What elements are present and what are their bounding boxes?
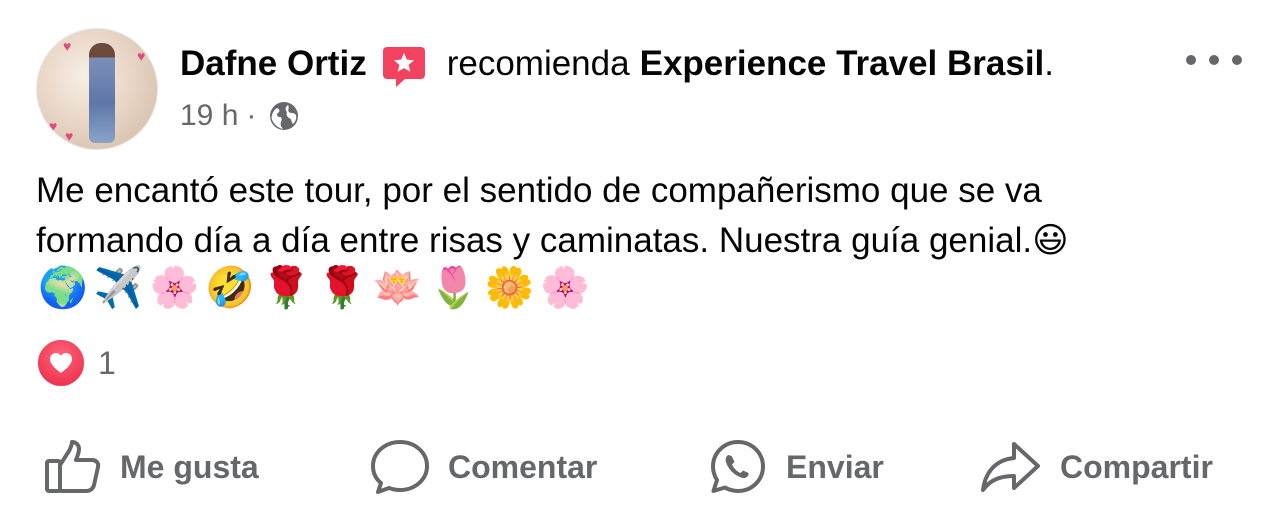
post-text-line-1: Me encantó este tour, por el sentido de … — [36, 171, 1042, 210]
like-button[interactable]: Me gusta — [44, 430, 259, 504]
globe-icon[interactable] — [268, 100, 300, 132]
share-button-label: Compartir — [1060, 448, 1213, 485]
page-name-period: . — [1044, 44, 1055, 83]
author-name[interactable]: Dafne Ortiz — [180, 44, 367, 84]
comment-button-label: Comentar — [448, 448, 598, 485]
comment-button[interactable]: Comentar — [370, 430, 597, 504]
avatar-heart-decoration-icon: ♥ — [49, 118, 58, 134]
thumbs-up-icon — [45, 440, 101, 493]
post-timestamp[interactable]: 19 h — [180, 99, 238, 133]
share-arrow-icon — [981, 442, 1040, 492]
like-button-label: Me gusta — [120, 448, 259, 485]
recommend-action-text: recomienda — [446, 44, 630, 83]
avatar-person-figure — [89, 43, 115, 143]
share-button[interactable]: Compartir — [980, 430, 1213, 504]
recommended-page-name[interactable]: Experience Travel Brasil — [640, 44, 1045, 84]
comment-bubble-icon — [371, 440, 429, 494]
post-emoji-row: 🌍✈️🌸🤣🌹🌹🪷🌷🌼🌸 — [38, 265, 597, 311]
post-header: Dafne Ortiz recomienda Experience Travel… — [180, 38, 1054, 90]
post-meta: 19 h · — [180, 96, 300, 136]
smiley-emoji: 😃 — [1032, 221, 1069, 261]
love-reaction-icon — [36, 338, 86, 388]
author-avatar[interactable]: ♥ ♥ ♥ ♥ — [36, 28, 158, 150]
send-button-label: Enviar — [786, 448, 884, 485]
post-action-bar: Me gusta Comentar Enviar Compartir — [0, 430, 1280, 504]
star-speech-bubble-icon — [381, 43, 427, 89]
avatar-heart-decoration-icon: ♥ — [137, 48, 146, 64]
more-options-icon[interactable] — [1186, 42, 1242, 78]
avatar-heart-decoration-icon: ♥ — [63, 38, 72, 54]
reactions-summary[interactable]: 1 — [36, 338, 116, 388]
avatar-heart-decoration-icon: ♥ — [65, 128, 74, 144]
post-card: ♥ ♥ ♥ ♥ Dafne Ortiz recomienda Experienc… — [0, 0, 1280, 523]
meta-separator: · — [246, 99, 257, 132]
reaction-count: 1 — [98, 344, 116, 381]
send-button[interactable]: Enviar — [708, 430, 884, 504]
post-body-text: Me encantó este tour, por el sentido de … — [36, 166, 1246, 266]
whatsapp-icon — [711, 440, 765, 493]
post-text-line-2-content: formando día a día entre risas y caminat… — [36, 221, 1033, 260]
post-text-line-2: formando día a día entre risas y caminat… — [36, 216, 1246, 266]
